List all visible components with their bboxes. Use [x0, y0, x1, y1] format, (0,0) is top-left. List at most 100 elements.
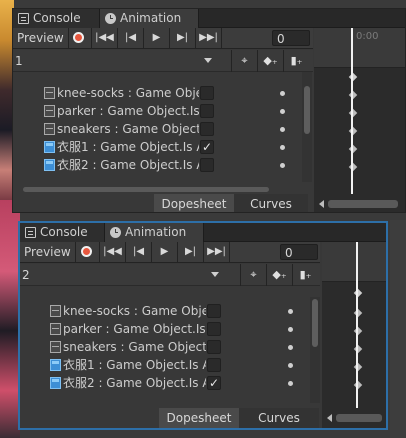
frame-field[interactable]: 0 [280, 244, 318, 260]
add-event-icon: ◆₊ [263, 54, 278, 67]
dopesheet-area[interactable] [322, 282, 386, 408]
add-property-button[interactable]: ▮₊ [283, 50, 309, 72]
frame-field[interactable]: 0 [272, 30, 310, 46]
record-button[interactable] [74, 242, 100, 262]
play-icon: ▶ [152, 32, 161, 43]
dopesheet-area[interactable] [314, 68, 405, 195]
property-name: parker : Game Object.Is Active [57, 104, 199, 118]
timeline-ruler[interactable] [322, 242, 386, 282]
scrollbar-thumb[interactable] [312, 299, 318, 347]
timeline-hscrollbar[interactable] [314, 194, 405, 212]
dopesheet-tab[interactable]: Dopesheet [154, 194, 234, 212]
last-keyframe-button[interactable]: ▶▶| [196, 28, 222, 48]
active-checkbox[interactable] [200, 158, 214, 172]
dopesheet-tab[interactable]: Dopesheet [159, 408, 239, 428]
gameobject-icon [44, 123, 55, 135]
property-row[interactable]: sneakers : Game Object.Is Active [20, 338, 310, 356]
timeline-time-label: 0:00 [356, 31, 379, 42]
scroll-left-icon[interactable] [327, 414, 332, 422]
tab-label: Console [40, 225, 88, 239]
timeline-hscrollbar[interactable] [322, 408, 386, 428]
animation-toolbar: Preview |◀◀ |◀ ▶ ▶| ▶▶| 0 [13, 28, 313, 49]
add-keyframe-button[interactable]: ⌖ [231, 50, 257, 72]
gameobject-icon [44, 141, 55, 153]
property-row[interactable]: knee-socks : Game Object.Is Active [20, 302, 310, 320]
property-list: knee-socks : Game Object.Is Active parke… [13, 72, 303, 182]
property-options-dot[interactable] [280, 109, 285, 114]
scrollbar-thumb[interactable] [336, 414, 382, 422]
scrollbar-thumb[interactable] [304, 86, 310, 134]
clip-select[interactable]: 1 [15, 52, 215, 70]
add-property-icon: ▮₊ [290, 54, 303, 67]
skip-to-end-icon: ▶▶| [207, 246, 226, 257]
chevron-down-icon[interactable] [204, 58, 212, 63]
first-keyframe-button[interactable]: |◀◀ [92, 28, 118, 48]
active-checkbox[interactable] [200, 86, 214, 100]
scrollbar-thumb[interactable] [328, 200, 398, 208]
add-event-button[interactable]: ◆₊ [257, 50, 283, 72]
property-options-dot[interactable] [288, 381, 293, 386]
gameobject-icon [44, 105, 55, 117]
property-options-dot[interactable] [288, 345, 293, 350]
playhead[interactable] [356, 242, 358, 428]
property-list-scrollbar[interactable] [310, 297, 320, 403]
next-keyframe-button[interactable]: ▶| [178, 242, 204, 262]
next-keyframe-button[interactable]: ▶| [170, 28, 196, 48]
add-keyframe-icon: ⌖ [250, 268, 257, 281]
first-keyframe-button[interactable]: |◀◀ [100, 242, 126, 262]
property-options-dot[interactable] [288, 327, 293, 332]
curves-tab[interactable]: Curves [234, 194, 308, 212]
next-keyframe-icon: ▶| [176, 32, 189, 43]
property-options-dot[interactable] [288, 309, 293, 314]
play-icon: ▶ [160, 246, 169, 257]
add-keyframe-button[interactable]: ⌖ [240, 264, 266, 286]
previous-keyframe-button[interactable]: |◀ [118, 28, 144, 48]
chevron-down-icon[interactable] [211, 272, 219, 277]
property-row[interactable]: parker : Game Object.Is Active [20, 320, 310, 338]
active-checkbox[interactable] [207, 340, 221, 354]
play-button[interactable]: ▶ [152, 242, 178, 262]
scene-character-art-lower [0, 200, 20, 438]
clip-select[interactable]: 2 [22, 266, 222, 284]
property-row[interactable]: 衣服2 : Game Object.Is Active ✓ [20, 374, 310, 392]
playhead[interactable] [351, 28, 353, 198]
property-row[interactable]: sneakers : Game Object.Is Active [13, 120, 303, 138]
active-checkbox[interactable]: ✓ [207, 376, 221, 390]
preview-button[interactable]: Preview [20, 242, 76, 262]
property-list-hscrollbar[interactable] [23, 187, 269, 192]
play-button[interactable]: ▶ [144, 28, 170, 48]
preview-button[interactable]: Preview [13, 28, 69, 48]
previous-keyframe-button[interactable]: |◀ [126, 242, 152, 262]
tab-console[interactable]: Console [20, 223, 104, 242]
tab-animation[interactable]: Animation [104, 223, 204, 242]
active-checkbox[interactable] [200, 104, 214, 118]
scroll-left-icon[interactable] [319, 200, 324, 208]
property-row[interactable]: parker : Game Object.Is Active [13, 102, 303, 120]
add-property-button[interactable]: ▮₊ [292, 264, 318, 286]
tab-animation[interactable]: Animation [99, 9, 199, 28]
active-checkbox[interactable]: ✓ [200, 140, 214, 154]
add-event-button[interactable]: ◆₊ [266, 264, 292, 286]
active-checkbox[interactable] [207, 358, 221, 372]
active-checkbox[interactable] [200, 122, 214, 136]
record-icon [81, 246, 92, 257]
tab-label: Animation [120, 11, 182, 25]
property-list-scrollbar[interactable] [302, 72, 312, 182]
property-row[interactable]: 衣服1 : Game Object.Is Active [20, 356, 310, 374]
property-row[interactable]: 衣服2 : Game Object.Is Active [13, 156, 303, 174]
property-options-dot[interactable] [288, 363, 293, 368]
add-keyframe-icon: ⌖ [241, 54, 248, 67]
property-row[interactable]: knee-socks : Game Object.Is Active [13, 84, 303, 102]
tab-console[interactable]: Console [13, 9, 99, 28]
last-keyframe-button[interactable]: ▶▶| [204, 242, 230, 262]
active-checkbox[interactable] [207, 322, 221, 336]
active-checkbox[interactable] [207, 304, 221, 318]
record-button[interactable] [66, 28, 92, 48]
timeline-ruler[interactable]: 0:00 [314, 28, 405, 68]
property-options-dot[interactable] [280, 127, 285, 132]
curves-tab[interactable]: Curves [239, 408, 319, 428]
property-row[interactable]: 衣服1 : Game Object.Is Active ✓ [13, 138, 303, 156]
property-options-dot[interactable] [280, 91, 285, 96]
property-options-dot[interactable] [280, 145, 285, 150]
property-options-dot[interactable] [280, 163, 285, 168]
